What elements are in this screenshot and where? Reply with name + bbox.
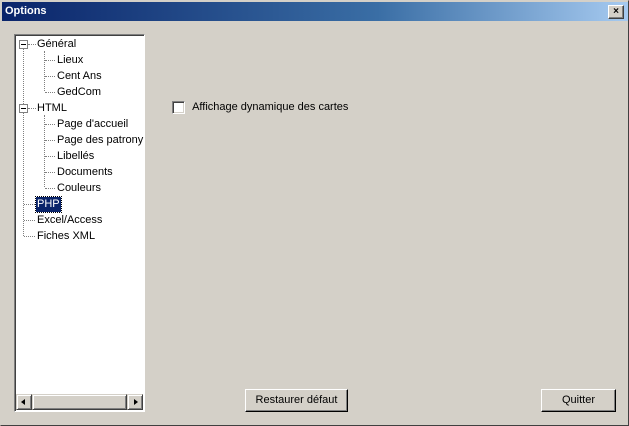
window-title: Options: [5, 5, 47, 17]
tree-connector: [28, 108, 36, 109]
tree-item-lieux[interactable]: Lieux: [56, 53, 84, 68]
options-window: Options × Général Lieux Cent Ans GedCom …: [0, 0, 629, 426]
tree-connector: [45, 60, 55, 61]
tree-connector: [45, 140, 55, 141]
arrow-left-icon: [21, 399, 25, 405]
tree-connector: [45, 92, 55, 93]
tree-general-line: [44, 51, 45, 91]
tree-connector: [45, 76, 55, 77]
close-icon: ×: [613, 6, 619, 17]
tree-item-cent-ans[interactable]: Cent Ans: [56, 69, 103, 84]
tree-item-page-accueil[interactable]: Page d'accueil: [56, 117, 129, 132]
tree-connector: [24, 220, 35, 221]
tree-item-html[interactable]: HTML: [36, 101, 68, 116]
tree-connector: [45, 156, 55, 157]
tree-connector: [24, 204, 35, 205]
tree-connector: [28, 44, 36, 45]
tree-root-line: [23, 44, 24, 236]
options-tree[interactable]: Général Lieux Cent Ans GedCom HTML Page …: [14, 34, 145, 412]
close-button[interactable]: ×: [608, 5, 624, 19]
tree-item-excel-access[interactable]: Excel/Access: [36, 213, 103, 228]
tree-item-php[interactable]: PHP: [35, 196, 62, 213]
collapse-general-icon[interactable]: [19, 40, 28, 49]
dynamic-maps-checkbox[interactable]: [172, 101, 185, 114]
quit-button[interactable]: Quitter: [541, 389, 616, 412]
dynamic-maps-option[interactable]: Affichage dynamique des cartes: [172, 100, 348, 115]
tree-connector: [24, 236, 35, 237]
tree-connector: [45, 124, 55, 125]
arrow-right-icon: [134, 399, 138, 405]
tree-item-documents[interactable]: Documents: [56, 165, 114, 180]
tree-item-fiches-xml[interactable]: Fiches XML: [36, 229, 96, 244]
scroll-right-button[interactable]: [127, 394, 143, 410]
dynamic-maps-label: Affichage dynamique des cartes: [192, 101, 349, 113]
tree-item-libelles[interactable]: Libellés: [56, 149, 95, 164]
tree-connector: [45, 172, 55, 173]
restore-defaults-button[interactable]: Restaurer défaut: [245, 389, 348, 412]
scroll-left-button[interactable]: [16, 394, 32, 410]
tree-item-couleurs[interactable]: Couleurs: [56, 181, 102, 196]
horizontal-scrollbar[interactable]: [16, 394, 143, 410]
tree-html-line: [44, 115, 45, 187]
title-bar[interactable]: Options ×: [2, 2, 628, 21]
scroll-thumb[interactable]: [32, 394, 127, 410]
collapse-html-icon[interactable]: [19, 104, 28, 113]
tree-item-page-patronymes[interactable]: Page des patronymes: [56, 133, 144, 148]
tree-connector: [45, 188, 55, 189]
tree-item-gedcom[interactable]: GedCom: [56, 85, 102, 100]
tree-item-general[interactable]: Général: [36, 37, 77, 52]
